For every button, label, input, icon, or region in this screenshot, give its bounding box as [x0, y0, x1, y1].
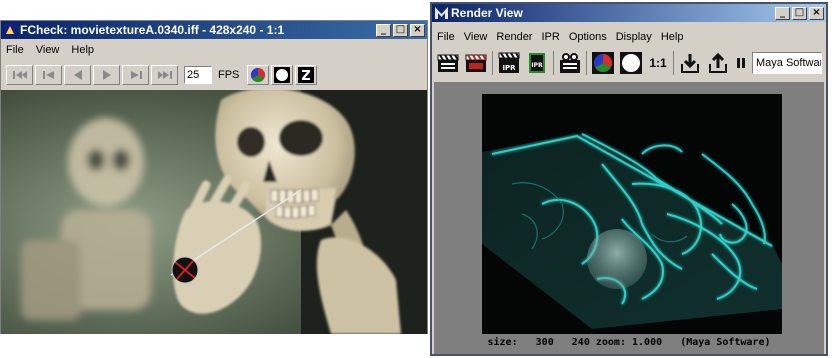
fcheck-image-viewport[interactable]: [1, 90, 427, 334]
fps-label: FPS: [218, 69, 240, 81]
z-depth-button[interactable]: [295, 65, 318, 85]
alpha-channel-button[interactable]: [619, 51, 643, 75]
glowing-skeleton-render: [482, 94, 782, 334]
alpha-channel-button[interactable]: [271, 65, 294, 85]
alpha-channel-icon: [620, 52, 642, 74]
pause-icon: [737, 58, 745, 68]
minimize-button[interactable]: _: [376, 23, 391, 37]
rendered-image: [482, 94, 782, 334]
fcheck-titlebar[interactable]: FCheck: movietextureA.0340.iff - 428x240…: [1, 21, 427, 39]
render-view-menubar: File View Render IPR Options Display Hel…: [432, 28, 826, 46]
step-back-button[interactable]: [35, 65, 62, 85]
svg-text:IPR: IPR: [502, 64, 516, 72]
renderer-select[interactable]: Maya Software: [752, 52, 822, 74]
z-depth-icon: [298, 67, 315, 83]
size-label: size:: [487, 337, 518, 348]
camera-clapper-icon: [560, 53, 580, 73]
first-frame-button[interactable]: [6, 65, 33, 85]
last-frame-button[interactable]: [151, 65, 178, 85]
menu-options[interactable]: Options: [569, 31, 607, 43]
keep-image-button[interactable]: [673, 51, 702, 75]
snapshot-button[interactable]: [553, 51, 582, 75]
last-frame-icon: [157, 71, 172, 79]
renderer-label: (Maya Software): [680, 337, 771, 348]
remove-image-icon: [709, 52, 727, 73]
fcheck-title: FCheck: movietextureA.0340.iff - 428x240…: [20, 23, 285, 37]
render-view-titlebar[interactable]: Render View _ □ ×: [432, 4, 826, 22]
size-width: 300: [535, 337, 554, 348]
render-view-canvas[interactable]: size: 300 240 zoom: 1.000 (Maya Software…: [434, 82, 824, 354]
pause-ipr-button[interactable]: [734, 51, 748, 75]
svg-text:IPR: IPR: [531, 62, 543, 69]
menu-ipr[interactable]: IPR: [541, 31, 559, 43]
fcheck-toolbar: 25 FPS: [1, 65, 427, 85]
fcheck-window: FCheck: movietextureA.0340.iff - 428x240…: [0, 20, 428, 334]
step-forward-icon: [130, 71, 142, 79]
rgb-channels-button[interactable]: [247, 65, 270, 85]
ipr-render-button[interactable]: IPR: [492, 51, 521, 75]
render-status-line: size: 300 240 zoom: 1.000 (Maya Software…: [434, 337, 824, 348]
zoom-value: 1.000: [632, 337, 663, 348]
first-frame-icon: [12, 71, 27, 79]
render-view-toolbar: IPR IPR 1:1 Maya Softwa: [432, 48, 826, 78]
close-button[interactable]: ×: [410, 23, 425, 37]
ipr-refresh-icon: IPR: [529, 53, 545, 73]
zoom-label: zoom:: [595, 337, 626, 348]
menu-file[interactable]: File: [437, 31, 455, 43]
minimize-button[interactable]: _: [775, 6, 790, 20]
play-backward-icon: [73, 70, 82, 80]
menu-view[interactable]: View: [464, 31, 488, 43]
menu-file[interactable]: File: [6, 44, 24, 56]
maximize-button[interactable]: □: [393, 23, 408, 37]
remove-image-button[interactable]: [706, 51, 730, 75]
render-view-window: Render View _ □ × File View Render IPR O…: [430, 2, 828, 356]
menu-display[interactable]: Display: [616, 31, 652, 43]
fps-input[interactable]: 25: [184, 66, 212, 84]
rgb-channels-button[interactable]: [586, 51, 615, 75]
keep-image-icon: [681, 54, 699, 73]
play-forward-button[interactable]: [93, 65, 120, 85]
maximize-button[interactable]: □: [792, 6, 807, 20]
menu-view[interactable]: View: [36, 44, 60, 56]
fcheck-menubar: File View Help: [1, 41, 427, 59]
size-height: 240: [571, 337, 590, 348]
menu-render[interactable]: Render: [496, 31, 532, 43]
render-view-title: Render View: [451, 6, 523, 20]
zoom-one-to-one-button[interactable]: 1:1: [647, 51, 669, 75]
alpha-channel-icon: [274, 67, 291, 83]
close-button[interactable]: ×: [809, 6, 824, 20]
step-back-icon: [42, 71, 54, 79]
rgb-channels-icon: [251, 67, 266, 83]
skeleton-movie-frame: [1, 90, 427, 334]
step-forward-button[interactable]: [122, 65, 149, 85]
menu-help[interactable]: Help: [71, 44, 94, 56]
refresh-ipr-button[interactable]: IPR: [525, 51, 549, 75]
ipr-clapper-icon: IPR: [498, 52, 520, 73]
play-forward-icon: [102, 70, 111, 80]
redo-render-button[interactable]: [436, 51, 460, 75]
fcheck-app-icon: [3, 23, 17, 37]
clapper-icon: [437, 54, 459, 72]
maya-app-icon: [434, 6, 448, 20]
render-region-button[interactable]: [464, 51, 488, 75]
clapper-region-icon: [465, 54, 487, 72]
rgb-channels-icon: [592, 52, 614, 74]
play-backward-button[interactable]: [64, 65, 91, 85]
menu-help[interactable]: Help: [661, 31, 684, 43]
